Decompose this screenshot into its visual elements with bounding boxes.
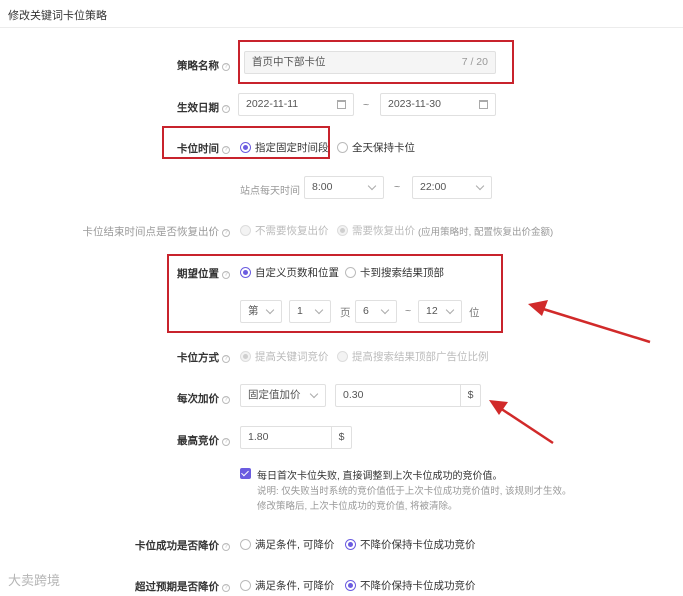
arrow-to-position [528, 300, 651, 344]
watermark: 大卖跨境 [8, 573, 61, 588]
arrow-to-bid-step [489, 400, 554, 445]
annotation-arrows [489, 300, 651, 445]
